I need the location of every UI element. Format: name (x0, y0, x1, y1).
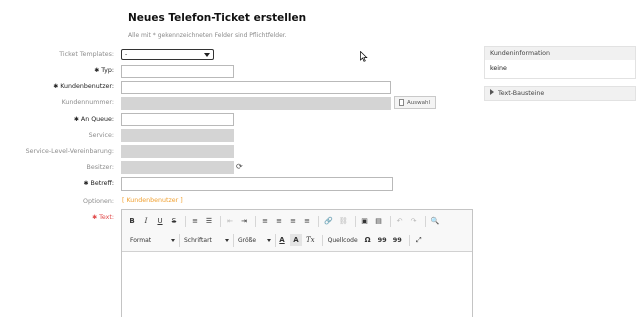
service-input (121, 129, 234, 142)
text-label: ✱ Text: (92, 214, 114, 221)
text-modules-title: Text-Bausteine (498, 90, 545, 97)
chevron-right-icon (490, 89, 494, 95)
underline-button[interactable]: U (154, 215, 166, 227)
optionen-label: Optionen: (82, 198, 114, 205)
toolbar-separator (220, 215, 221, 227)
indent-icon[interactable]: ⇥ (238, 215, 250, 227)
an-queue-input[interactable] (121, 113, 234, 126)
an-queue-label-text: An Queue: (80, 116, 114, 123)
format-dropdown[interactable]: Format (126, 233, 180, 247)
outdent-icon[interactable]: ⇤ (224, 215, 236, 227)
besitzer-input (121, 161, 234, 174)
kundenbenutzer-input[interactable] (121, 81, 391, 94)
kundenbenutzer-label: ✱ Kundenbenutzer: (53, 83, 114, 90)
typ-label: ✱ Typ: (94, 67, 114, 74)
text-color-button[interactable]: A (276, 234, 288, 246)
ticket-templates-select[interactable]: - (121, 49, 214, 60)
ticket-templates-label: Ticket Templates: (59, 51, 114, 58)
quote-button[interactable]: 99 (376, 234, 389, 246)
chevron-down-icon (204, 53, 210, 57)
required-hint: Alle mit * gekennzeichneten Felder sind … (128, 32, 287, 39)
size-dropdown[interactable]: Größe (234, 233, 276, 247)
ticket-templates-value: - (125, 51, 128, 58)
undo-icon[interactable]: ↶ (394, 215, 406, 227)
bold-button[interactable]: B (126, 215, 138, 227)
font-dropdown-label: Schriftart (184, 236, 212, 244)
typ-label-text: Typ: (101, 67, 114, 74)
document-icon (399, 99, 404, 106)
betreff-input[interactable] (121, 177, 393, 191)
redo-icon[interactable]: ↷ (408, 215, 420, 227)
editor-toolbar: B I U S ≡ ☰ ⇤ ⇥ ≡ ≡ ≡ ≡ 🔗 ⛓ ▣ ▤ ↶ ↷ 🔍 Fo… (122, 210, 472, 252)
strikethrough-button[interactable]: S (168, 215, 180, 227)
sla-label: Service-Level-Vereinbarung: (25, 148, 114, 155)
toolbar-separator (354, 215, 356, 227)
kundennummer-input (121, 97, 391, 110)
align-justify-icon[interactable]: ≡ (301, 215, 313, 227)
refresh-icon[interactable]: ⟳ (236, 162, 243, 171)
font-dropdown[interactable]: Schriftart (180, 233, 234, 247)
editor-toolbar-row-1: B I U S ≡ ☰ ⇤ ⇥ ≡ ≡ ≡ ≡ 🔗 ⛓ ▣ ▤ ↶ ↷ 🔍 (126, 214, 443, 228)
auswahl-button[interactable]: Auswahl (394, 96, 436, 109)
kundennummer-label: Kundennummer: (61, 99, 114, 106)
besitzer-label: Besitzer: (86, 164, 114, 171)
bulleted-list-icon[interactable]: ☰ (203, 215, 215, 227)
text-label-text: Text: (99, 214, 114, 221)
text-modules-header[interactable]: Text-Bausteine (485, 87, 635, 100)
unlink-icon[interactable]: ⛓ (337, 215, 350, 227)
link-icon[interactable]: 🔗 (322, 215, 335, 227)
toolbar-separator (408, 234, 410, 246)
format-dropdown-label: Format (130, 236, 152, 244)
chevron-down-icon (267, 238, 271, 242)
table-icon[interactable]: ▤ (373, 215, 385, 227)
toolbar-separator (321, 234, 323, 246)
typ-input[interactable] (121, 65, 234, 78)
align-center-icon[interactable]: ≡ (273, 215, 285, 227)
background-color-button[interactable]: A (290, 234, 302, 246)
customer-info-panel: Kundeninformation keine (484, 46, 636, 79)
unquote-button[interactable]: 99 (391, 234, 404, 246)
chevron-down-icon (171, 238, 175, 242)
betreff-label: ✱ Betreff: (83, 180, 114, 187)
service-label: Service: (88, 132, 114, 139)
maximize-icon[interactable]: ⤢ (413, 234, 425, 246)
numbered-list-icon[interactable]: ≡ (189, 215, 201, 227)
kundenbenutzer-link[interactable]: [ Kundenbenutzer ] (122, 197, 183, 204)
remove-format-button[interactable]: Tx (304, 234, 317, 246)
text-modules-panel[interactable]: Text-Bausteine (484, 86, 636, 101)
kundenbenutzer-label-text: Kundenbenutzer: (60, 83, 114, 90)
toolbar-separator (185, 215, 186, 227)
customer-info-value: keine (485, 60, 635, 78)
toolbar-separator (424, 215, 426, 227)
align-left-icon[interactable]: ≡ (259, 215, 271, 227)
an-queue-label: ✱ An Queue: (73, 116, 114, 123)
special-char-button[interactable]: Ω (362, 234, 374, 246)
auswahl-button-label: Auswahl (407, 99, 430, 106)
betreff-label-text: Betreff: (90, 180, 114, 187)
editor-toolbar-row-2: Format Schriftart Größe A A Tx Quellcode… (126, 233, 427, 247)
rich-text-editor[interactable]: B I U S ≡ ☰ ⇤ ⇥ ≡ ≡ ≡ ≡ 🔗 ⛓ ▣ ▤ ↶ ↷ 🔍 Fo… (121, 209, 473, 317)
mouse-cursor-icon (360, 51, 368, 62)
source-code-button[interactable]: Quellcode (326, 234, 360, 246)
sla-input (121, 145, 234, 158)
toolbar-separator (318, 215, 319, 227)
editor-body[interactable] (122, 252, 472, 317)
align-right-icon[interactable]: ≡ (287, 215, 299, 227)
page-title: Neues Telefon-Ticket erstellen (128, 12, 307, 24)
chevron-down-icon (225, 238, 229, 242)
toolbar-separator (389, 215, 391, 227)
toolbar-separator (255, 215, 256, 227)
customer-info-title: Kundeninformation (485, 47, 635, 60)
size-dropdown-label: Größe (238, 236, 257, 244)
italic-button[interactable]: I (140, 215, 152, 227)
search-icon[interactable]: 🔍 (429, 215, 442, 227)
image-icon[interactable]: ▣ (359, 215, 371, 227)
